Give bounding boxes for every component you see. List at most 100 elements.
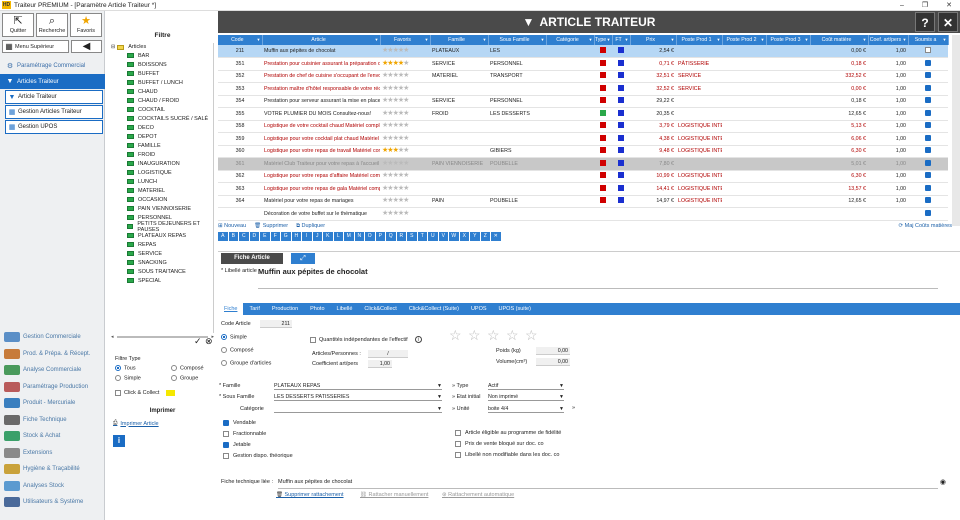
checkbox[interactable]: [925, 159, 931, 166]
cell-favoris[interactable]: ★★★★★: [380, 82, 430, 96]
tree-node[interactable]: BAR: [111, 51, 213, 60]
bottom-nav-item[interactable]: Produit - Mercuriale: [0, 395, 105, 412]
tree-node[interactable]: FAMILLE: [111, 141, 213, 150]
rating-stars[interactable]: ★★★★★: [382, 147, 409, 154]
filter-icon[interactable]: ▼: [943, 37, 947, 42]
filter-icon[interactable]: ▼: [625, 37, 629, 42]
rating-stars[interactable]: ★★★★★: [382, 72, 409, 79]
alpha-letter-button[interactable]: E: [260, 232, 270, 241]
filter-icon[interactable]: ▼: [425, 37, 429, 42]
alpha-letter-button[interactable]: P: [375, 232, 385, 241]
cell-favoris[interactable]: ★★★★★: [380, 120, 430, 133]
column-header[interactable]: Favoris ▼: [380, 35, 431, 45]
form-subtab[interactable]: Photo: [304, 303, 330, 315]
alpha-letter-button[interactable]: O: [365, 232, 375, 241]
alpha-letter-button[interactable]: C: [239, 232, 249, 241]
back-button[interactable]: ◀: [71, 40, 102, 53]
clear-filter-icon[interactable]: ⊗: [205, 336, 213, 347]
checkbox[interactable]: [223, 431, 229, 437]
info-icon[interactable]: i: [414, 336, 422, 343]
tree-node[interactable]: COCKTAIL: [111, 105, 213, 114]
bottom-nav-item[interactable]: Utilisateurs & Système: [0, 494, 105, 511]
sous-famille-select[interactable]: LES DESSERTS PATISSERIES ▼: [274, 393, 442, 401]
form-subtab[interactable]: Production: [266, 303, 304, 315]
checkbox[interactable]: [925, 72, 931, 79]
filter-icon[interactable]: ▼: [761, 37, 765, 42]
filter-icon[interactable]: ▼: [375, 37, 379, 42]
table-row[interactable]: 361 Matériel Club Traiteur pour votre rep…: [218, 157, 948, 171]
table-row[interactable]: 353 Prestation maître d'hôtel responsable…: [218, 82, 948, 96]
artpers-input[interactable]: /: [368, 350, 408, 358]
checkbox[interactable]: [925, 197, 931, 204]
cell-favoris[interactable]: ★★★★★: [380, 95, 430, 108]
cell-soumis[interactable]: [908, 145, 948, 158]
tree-node[interactable]: SOUS TRAITANCE: [111, 267, 213, 276]
cell-soumis[interactable]: [908, 120, 948, 133]
rating-stars[interactable]: ★★★★★: [382, 122, 409, 129]
bottom-nav-item[interactable]: Analyse Commerciale: [0, 362, 105, 379]
filter-icon[interactable]: ▼: [863, 37, 867, 42]
cell-favoris[interactable]: ★★★★★: [380, 132, 430, 146]
column-header[interactable]: Type ▼: [594, 35, 613, 45]
alpha-letter-button[interactable]: Z: [480, 232, 490, 241]
bottom-nav-item[interactable]: Fiche Technique: [0, 412, 105, 429]
table-row[interactable]: 362 Logistique pour votre repas d'affaire…: [218, 170, 948, 183]
cell-soumis[interactable]: [908, 107, 948, 121]
confirm-check-icon[interactable]: ✓: [194, 336, 202, 347]
tree-node[interactable]: SERVICE: [111, 249, 213, 258]
column-header[interactable]: Poste Prod 1 ▼: [676, 35, 723, 45]
checkbox[interactable]: [115, 390, 121, 396]
checkbox-row[interactable]: Jetable: [223, 442, 251, 448]
checkbox[interactable]: [925, 59, 931, 66]
nav-parametrage-commercial[interactable]: ⚙ Paramétrage Commercial: [0, 58, 105, 73]
rating-stars[interactable]: ★★★★★: [382, 85, 409, 92]
alpha-letter-button[interactable]: F: [270, 232, 280, 241]
checkbox[interactable]: [223, 442, 229, 448]
table-row[interactable]: 211 Muffin aux pépites de chocolat ★★★★★ PL…: [218, 45, 948, 58]
checkbox-row[interactable]: Prix de vente bloqué sur doc. co: [455, 441, 544, 447]
duplicate-button[interactable]: ⧉ Dupliquer: [296, 223, 325, 230]
rating-stars[interactable]: ★★★★★: [382, 60, 409, 67]
table-row[interactable]: 359 Logistique pour votre cocktail plat c…: [218, 132, 948, 146]
tree-node[interactable]: INAUGURATION: [111, 159, 213, 168]
grid-scrollbar[interactable]: [952, 35, 960, 226]
help-button[interactable]: ?: [915, 12, 935, 32]
cell-favoris[interactable]: ★★★★★: [380, 70, 430, 83]
filter-icon[interactable]: ▼: [589, 37, 593, 42]
tree-node[interactable]: BUFFET / LUNCH: [111, 78, 213, 87]
filter-icon[interactable]: ▼: [903, 37, 907, 42]
tree-node[interactable]: PETITS DEJEUNERS ET PAUSES: [111, 221, 213, 233]
rattachement-automatique-link[interactable]: ⊛ Rattachement automatique: [442, 492, 514, 498]
rating-stars[interactable]: ★★★★★: [382, 197, 409, 204]
click-collect-filter[interactable]: Click & Collect: [115, 390, 176, 396]
radio-groupe-article[interactable]: Groupe d'articles: [221, 360, 271, 366]
cell-soumis[interactable]: [908, 45, 948, 58]
subnav-article-traiteur[interactable]: ▼ Article Traiteur: [5, 90, 103, 104]
delete-button[interactable]: 🗑 Supprimer: [254, 223, 288, 229]
tree-node[interactable]: COCKTAILS SUCRÉ / SALÉ: [111, 114, 213, 123]
form-subtab[interactable]: Tarif: [243, 303, 265, 315]
rating-stars[interactable]: ★★★★★: [382, 110, 409, 117]
tree-node[interactable]: CHAUD: [111, 87, 213, 96]
checkbox[interactable]: [310, 336, 316, 343]
rating-star-icon[interactable]: ☆: [449, 327, 462, 344]
alpha-letter-button[interactable]: H: [291, 232, 301, 241]
quit-button[interactable]: ⇱ Quitter: [2, 13, 34, 37]
radio-compose-article[interactable]: Composé: [221, 347, 254, 353]
alpha-letter-button[interactable]: D: [249, 232, 259, 241]
tree-node[interactable]: DECO: [111, 123, 213, 132]
rating-star-icon[interactable]: ☆: [506, 327, 519, 344]
radio-simple-article[interactable]: Simple: [221, 334, 247, 340]
alpha-letter-button[interactable]: ✕: [491, 232, 501, 241]
categorie-select[interactable]: ▼: [274, 405, 442, 413]
unite-select[interactable]: boite 4/4 ▼: [488, 405, 564, 413]
table-row[interactable]: 352 Prestation de chef de cuisine s'occup…: [218, 70, 948, 83]
column-header[interactable]: Article ▼: [262, 35, 381, 45]
cell-soumis[interactable]: [908, 132, 948, 146]
radio-simple[interactable]: Simple: [115, 375, 141, 381]
search-button[interactable]: ⌕ Recherche: [36, 13, 68, 37]
rating-star-icon[interactable]: ☆: [468, 327, 481, 344]
expand-button[interactable]: ⤢: [291, 253, 315, 264]
checkbox[interactable]: [925, 122, 931, 129]
checkbox[interactable]: [223, 420, 229, 426]
